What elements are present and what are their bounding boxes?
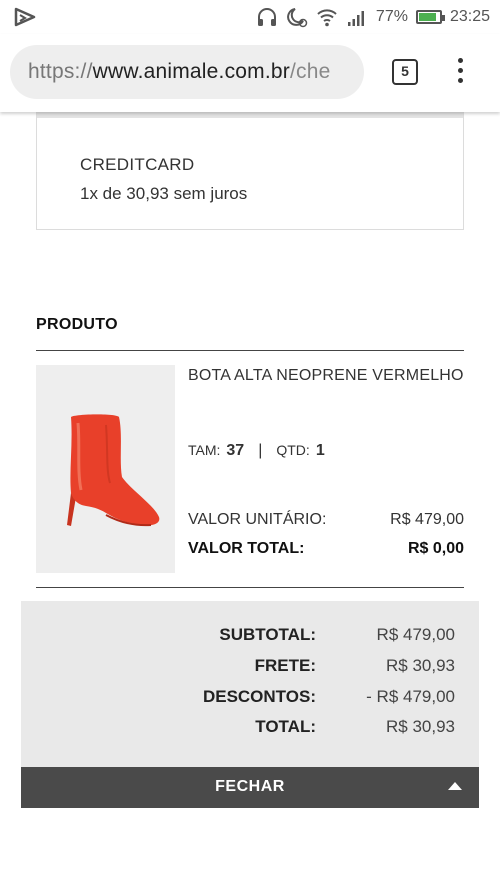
total-label: TOTAL: bbox=[255, 717, 316, 736]
close-summary-button[interactable]: FECHAR bbox=[21, 767, 479, 808]
qty-label: QTD: bbox=[276, 442, 310, 458]
unit-price-value: R$ 479,00 bbox=[390, 511, 464, 528]
headphones-icon bbox=[257, 8, 276, 26]
product-divider-top bbox=[36, 350, 464, 351]
red-boot-image bbox=[67, 414, 160, 527]
order-summary-panel: CREDITCARD 1x de 30,93 sem juros PRODUTO… bbox=[21, 112, 479, 889]
wifi-icon bbox=[317, 9, 337, 27]
browser-toolbar: https://www.animale.com.br/che 5 bbox=[0, 34, 500, 112]
url-host: www.animale.com.br bbox=[92, 60, 290, 83]
close-label: FECHAR bbox=[215, 778, 285, 795]
battery-level-fill bbox=[418, 13, 436, 21]
clock: 23:25 bbox=[449, 8, 490, 25]
total-price-label: VALOR TOTAL: bbox=[188, 540, 305, 557]
shipping-value: R$ 30,93 bbox=[386, 656, 455, 675]
total-price-value: R$ 0,00 bbox=[407, 540, 464, 557]
subtotal-row: SUBTOTAL: R$ 479,00 bbox=[21, 625, 479, 651]
unit-price-label: VALOR UNITÁRIO: bbox=[188, 511, 327, 528]
meta-separator: | bbox=[258, 442, 263, 459]
product-divider-bottom bbox=[36, 587, 464, 588]
moon-alarm-icon bbox=[287, 8, 308, 28]
product-name[interactable]: BOTA ALTA NEOPRENE VERMELHO bbox=[188, 367, 464, 385]
discount-label: DESCONTOS: bbox=[202, 687, 316, 706]
url-text[interactable]: https://www.animale.com.br/che bbox=[28, 60, 330, 84]
product-section-title: PRODUTO bbox=[36, 316, 118, 333]
discount-value: - R$ 479,00 bbox=[366, 687, 455, 706]
order-totals: SUBTOTAL: R$ 479,00 FRETE: R$ 30,93 DESC… bbox=[21, 601, 479, 767]
subtotal-value: R$ 479,00 bbox=[376, 625, 455, 644]
address-bar[interactable]: https://www.animale.com.br/che bbox=[10, 45, 364, 99]
total-value: R$ 30,93 bbox=[386, 717, 455, 736]
discount-row: DESCONTOS: - R$ 479,00 bbox=[21, 687, 479, 713]
subtotal-label: SUBTOTAL: bbox=[219, 625, 316, 644]
url-protocol: https:// bbox=[28, 60, 93, 83]
chevron-up-icon bbox=[448, 782, 462, 790]
total-row: TOTAL: R$ 30,93 bbox=[21, 717, 479, 743]
battery-percent: 77% bbox=[375, 8, 408, 25]
payment-method: CREDITCARD bbox=[80, 155, 195, 174]
status-bar: 77% 23:25 bbox=[0, 0, 500, 34]
payment-box: CREDITCARD 1x de 30,93 sem juros bbox=[36, 112, 464, 230]
url-path: /che bbox=[289, 60, 331, 83]
overflow-menu-icon[interactable] bbox=[450, 56, 470, 88]
signal-icon bbox=[347, 11, 364, 26]
play-store-notification-icon bbox=[14, 7, 36, 27]
size-label: TAM: bbox=[188, 442, 221, 458]
payment-installments: 1x de 30,93 sem juros bbox=[80, 184, 248, 203]
shipping-label: FRETE: bbox=[254, 656, 316, 675]
product-image[interactable] bbox=[36, 365, 175, 573]
tab-switcher-button[interactable]: 5 bbox=[392, 59, 418, 85]
qty-value: 1 bbox=[315, 442, 325, 459]
product-size-qty: TAM: 37 | QTD: 1 bbox=[188, 442, 325, 460]
battery-icon bbox=[415, 10, 445, 24]
unit-price-row: VALOR UNITÁRIO: R$ 479,00 bbox=[188, 511, 464, 529]
size-value: 37 bbox=[226, 442, 245, 459]
total-price-row: VALOR TOTAL: R$ 0,00 bbox=[188, 540, 464, 558]
shipping-row: FRETE: R$ 30,93 bbox=[21, 656, 479, 682]
